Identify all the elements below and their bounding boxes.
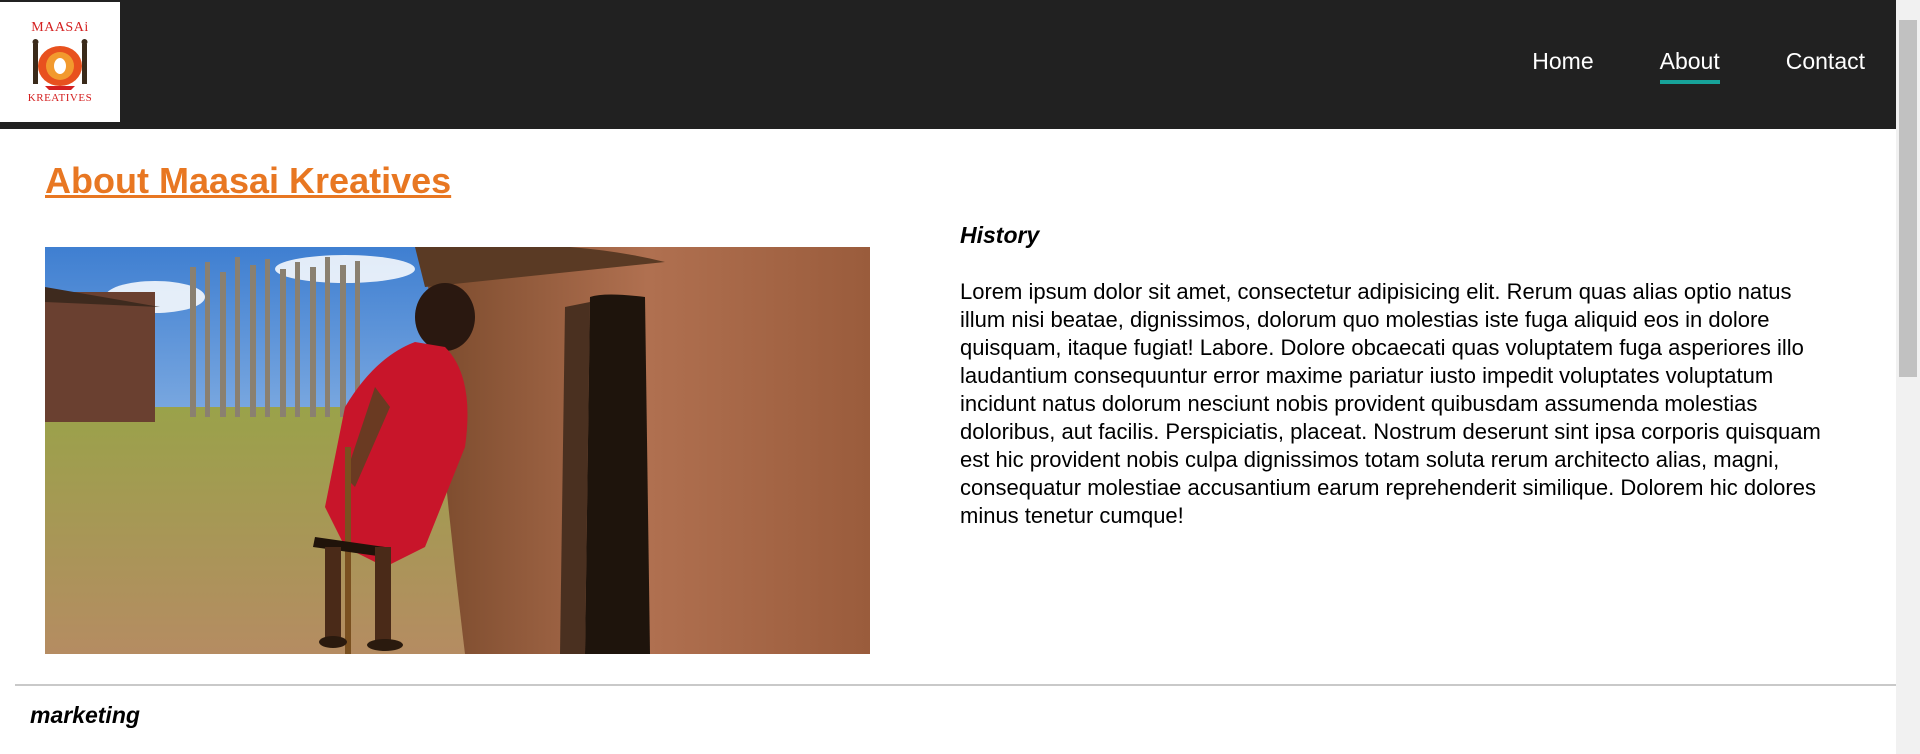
logo-bottom-text: KREATIVES bbox=[27, 92, 93, 104]
maasai-shields-icon bbox=[32, 39, 88, 90]
nav-contact-link[interactable]: Contact bbox=[1786, 48, 1865, 81]
history-paragraph: Lorem ipsum dolor sit amet, consectetur … bbox=[960, 279, 1821, 528]
site-header: MAASAi KREATIVES Home About Contact bbox=[0, 0, 1896, 129]
site-logo[interactable]: MAASAi KREATIVES bbox=[0, 2, 120, 122]
logo-top-text: MAASAi bbox=[31, 20, 89, 35]
main-nav: Home About Contact bbox=[1532, 48, 1865, 84]
hero-image bbox=[45, 247, 870, 654]
section-divider bbox=[15, 684, 1896, 686]
maasai-hut-photo bbox=[45, 247, 870, 654]
marketing-heading: marketing bbox=[30, 702, 140, 728]
nav-about-link[interactable]: About bbox=[1659, 48, 1720, 84]
history-heading: History bbox=[960, 222, 1040, 248]
scrollbar-thumb[interactable] bbox=[1899, 20, 1917, 377]
page-title: About Maasai Kreatives bbox=[45, 160, 452, 201]
nav-home-link[interactable]: Home bbox=[1532, 48, 1593, 81]
